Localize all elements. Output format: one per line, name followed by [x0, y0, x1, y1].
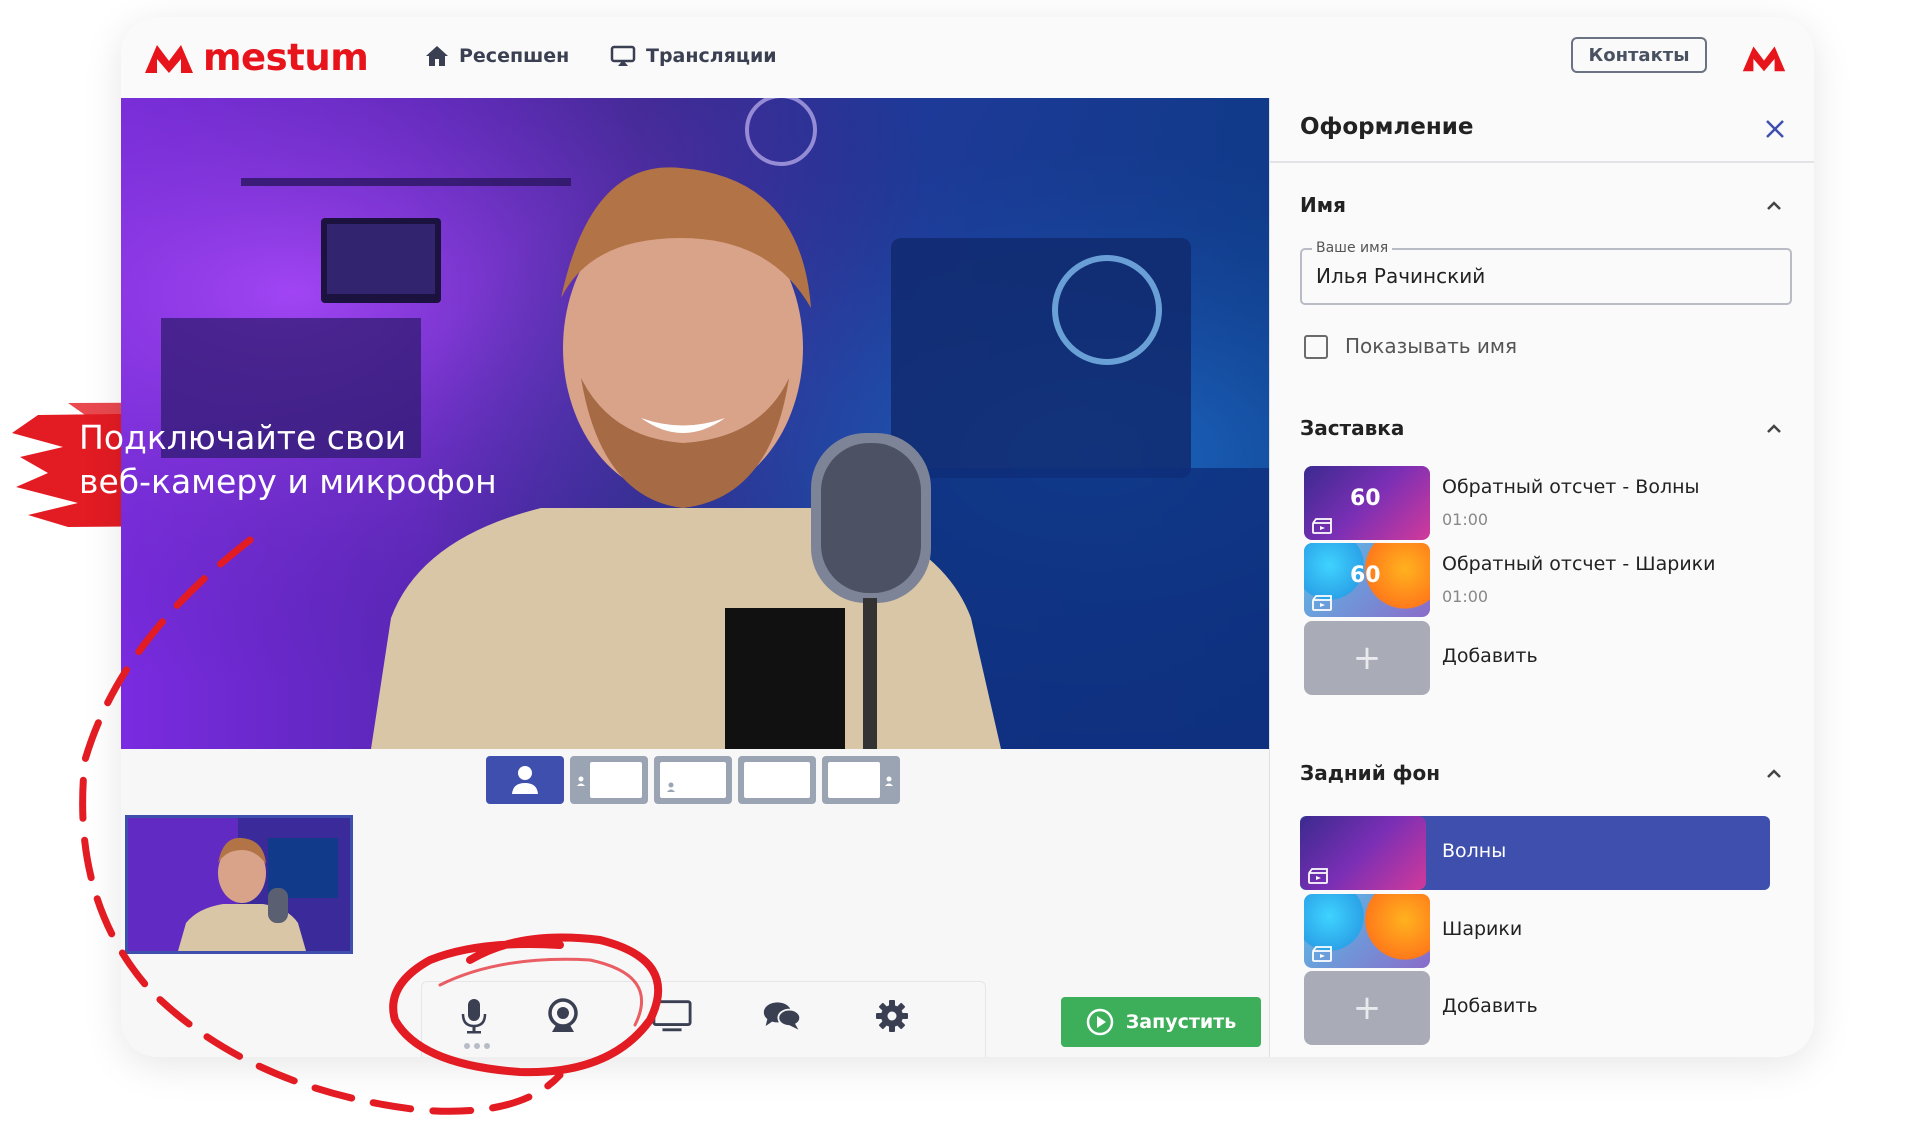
close-icon[interactable] — [1764, 118, 1786, 140]
screen-share-icon — [652, 1000, 692, 1032]
background-add-item[interactable]: + Добавить — [1300, 971, 1770, 1045]
contacts-button[interactable]: Контакты — [1571, 37, 1707, 73]
start-broadcast-button[interactable]: Запустить — [1061, 997, 1261, 1047]
countdown-badge: 60 — [1350, 486, 1381, 511]
background-item-waves[interactable]: Волны — [1300, 816, 1770, 890]
layout-blank-button[interactable] — [738, 756, 816, 804]
intro-item-waves[interactable]: 60 Обратный отсчет - Волны 01:00 — [1300, 466, 1770, 540]
microphone-icon — [461, 999, 487, 1034]
plus-icon: + — [1304, 971, 1430, 1045]
nav-reception-label: Ресепшен — [459, 45, 570, 67]
layout-left-small-button[interactable] — [570, 756, 648, 804]
clapperboard-icon — [1312, 518, 1332, 534]
microphone-button[interactable] — [454, 996, 494, 1036]
clapperboard-icon — [1312, 595, 1332, 611]
person-small-icon — [667, 782, 675, 792]
nav-broadcasts-label: Трансляции — [646, 45, 777, 67]
intro-thumbnail-balls: 60 — [1304, 543, 1430, 617]
media-controls-bar — [421, 981, 986, 1057]
background-thumbnail-balls — [1304, 894, 1430, 968]
countdown-badge: 60 — [1350, 563, 1381, 588]
intro-item-duration: 01:00 — [1442, 587, 1489, 606]
nav-broadcasts[interactable]: Трансляции — [610, 45, 777, 67]
plus-icon: + — [1304, 621, 1430, 695]
layout-right-small-button[interactable] — [822, 756, 900, 804]
intro-thumbnail-waves: 60 — [1304, 466, 1430, 540]
promo-caption: Подключайте свои веб-камеру и микрофон — [79, 416, 497, 504]
layout-preview — [660, 762, 726, 798]
panel-header: Оформление — [1270, 98, 1814, 163]
show-name-checkbox[interactable] — [1304, 335, 1328, 359]
gear-icon — [876, 1000, 908, 1032]
show-name-label: Показывать имя — [1345, 334, 1517, 358]
person-small-icon — [577, 776, 585, 786]
intro-add-item[interactable]: + Добавить — [1300, 621, 1770, 695]
name-field-value: Илья Рачинский — [1316, 264, 1486, 288]
participant-video-illustration — [128, 818, 350, 951]
background-item-balls[interactable]: Шарики — [1300, 894, 1770, 968]
layout-single-button[interactable] — [486, 756, 564, 804]
start-button-label: Запустить — [1125, 1011, 1237, 1033]
promo-line-2: веб-камеру и микрофон — [79, 462, 497, 501]
person-icon — [512, 766, 538, 794]
intro-section-title: Заставка — [1300, 416, 1405, 440]
intro-add-label: Добавить — [1442, 645, 1538, 667]
app-window: mestum Ресепшен Трансляции Контакты Запу… — [121, 17, 1814, 1057]
intro-item-title: Обратный отсчет - Шарики — [1442, 553, 1716, 575]
background-section-title: Задний фон — [1300, 761, 1441, 785]
background-thumbnail-waves — [1300, 816, 1426, 890]
chevron-up-icon[interactable] — [1764, 419, 1784, 439]
layout-preview — [828, 762, 880, 798]
layout-bottom-left-button[interactable] — [654, 756, 732, 804]
clapperboard-icon — [1312, 946, 1332, 962]
chevron-up-icon[interactable] — [1764, 196, 1784, 216]
background-item-title: Шарики — [1442, 918, 1523, 940]
intro-item-title: Обратный отсчет - Волны — [1442, 476, 1700, 498]
chat-icon — [763, 1002, 802, 1030]
brand-logo[interactable]: mestum — [143, 36, 369, 79]
webcam-icon — [548, 998, 578, 1032]
intro-item-balls[interactable]: 60 Обратный отсчет - Шарики 01:00 — [1300, 543, 1770, 617]
chat-button[interactable] — [762, 996, 802, 1036]
settings-button[interactable] — [872, 996, 912, 1036]
top-header: mestum Ресепшен Трансляции Контакты — [121, 17, 1814, 98]
name-section-title: Имя — [1300, 193, 1346, 217]
microphone-options-dots[interactable] — [464, 1043, 490, 1049]
webcam-button[interactable] — [543, 996, 583, 1036]
name-input[interactable]: Ваше имя Илья Рачинский — [1300, 240, 1792, 305]
chevron-up-icon[interactable] — [1764, 764, 1784, 784]
logo-text: mestum — [203, 36, 369, 79]
layout-preview — [744, 762, 810, 798]
screen-share-button[interactable] — [652, 996, 692, 1036]
participant-thumbnail[interactable] — [125, 815, 353, 954]
promo-line-1: Подключайте свои — [79, 418, 407, 457]
intro-item-duration: 01:00 — [1442, 510, 1489, 529]
layout-preview — [590, 762, 642, 798]
clapperboard-icon — [1308, 868, 1328, 884]
person-small-icon — [885, 776, 893, 786]
background-add-label: Добавить — [1442, 995, 1538, 1017]
background-item-title: Волны — [1442, 840, 1507, 862]
layout-selector — [486, 756, 900, 804]
design-panel: Оформление Имя Ваше имя Илья Рачинский П… — [1269, 98, 1814, 1057]
play-circle-icon — [1086, 1008, 1114, 1036]
nav-reception[interactable]: Ресепшен — [425, 45, 569, 67]
cast-icon — [610, 45, 636, 66]
panel-title: Оформление — [1300, 114, 1474, 140]
home-icon — [426, 46, 448, 66]
mestum-logo-icon — [145, 44, 193, 73]
mestum-mark-icon[interactable] — [1741, 43, 1787, 73]
name-field-legend: Ваше имя — [1312, 240, 1393, 256]
